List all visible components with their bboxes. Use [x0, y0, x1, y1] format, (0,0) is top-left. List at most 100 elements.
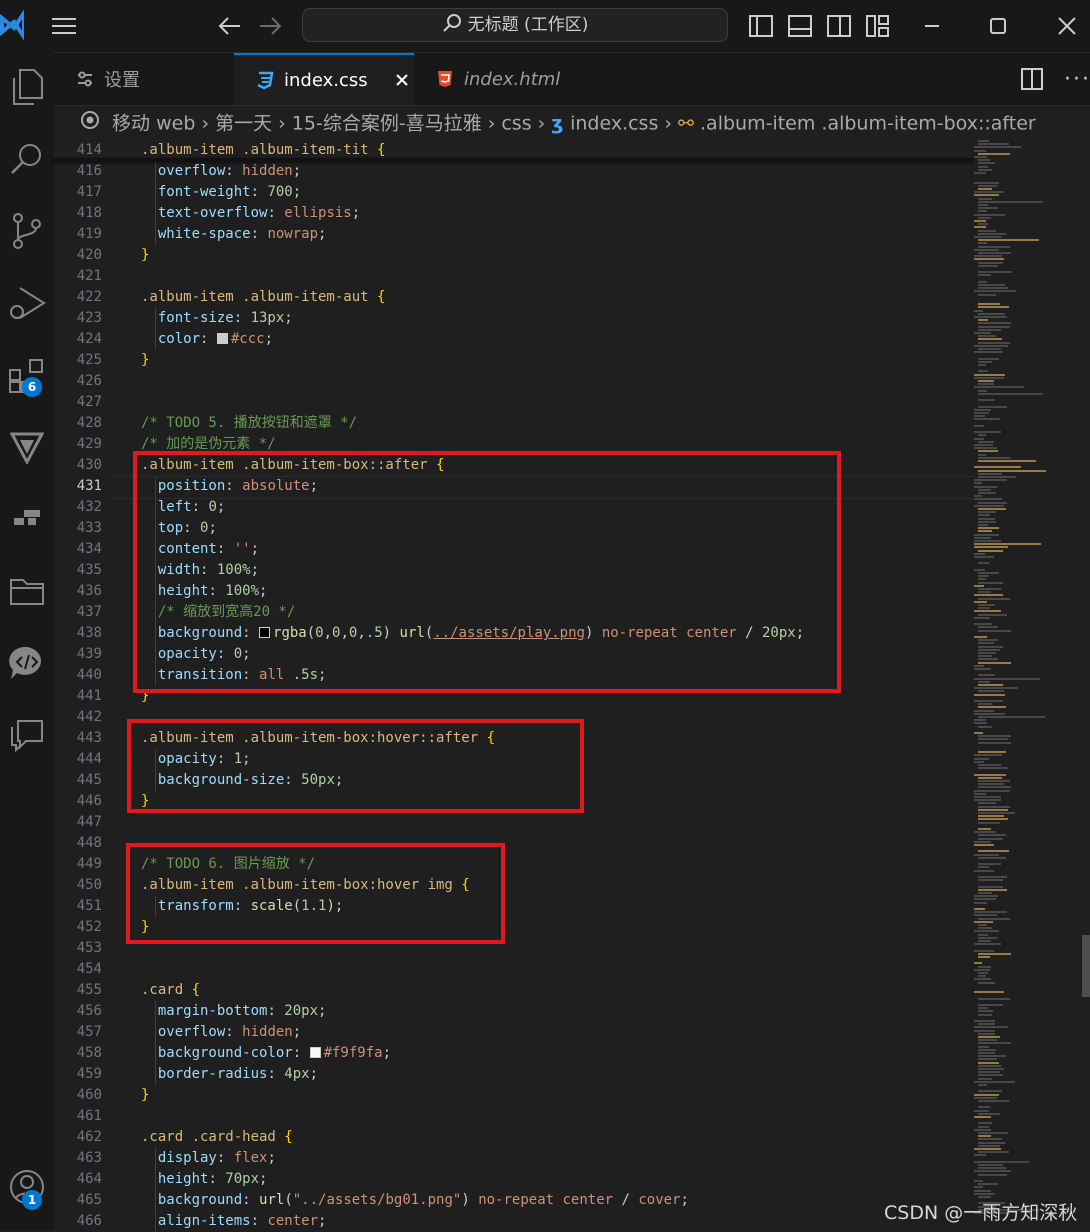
maximize-icon[interactable]: [984, 12, 1012, 40]
minimap-line: [978, 812, 1015, 814]
code-line[interactable]: 418 text-overflow: ellipsis;: [54, 203, 974, 224]
remote-explorer-icon[interactable]: [0, 420, 54, 474]
line-code: }: [141, 245, 149, 266]
minimap-line: [974, 921, 993, 923]
tab-index-css[interactable]: index.css: [234, 53, 414, 105]
minimap-line: [974, 969, 990, 971]
search-view-icon[interactable]: [0, 132, 54, 186]
code-line[interactable]: 426: [54, 371, 974, 392]
code-line[interactable]: 423 font-size: 13px;: [54, 308, 974, 329]
breadcrumb-item[interactable]: .album-item .album-item-box::after: [700, 113, 1036, 135]
minimize-icon[interactable]: [918, 12, 946, 40]
code-line[interactable]: 461: [54, 1106, 974, 1127]
vertical-scrollbar[interactable]: [1080, 140, 1090, 1230]
code-line[interactable]: 459 border-radius: 4px;: [54, 1064, 974, 1085]
code-line[interactable]: 455 .card {: [54, 980, 974, 1001]
explorer-icon[interactable]: [0, 60, 54, 114]
code-line[interactable]: 466 align-items: center;: [54, 1211, 974, 1232]
code-line[interactable]: 465 background: url("../assets/bg01.png"…: [54, 1190, 974, 1211]
code-line[interactable]: 414 .album-item .album-item-tit {: [54, 140, 974, 161]
minimap-line: [978, 140, 989, 142]
run-debug-icon[interactable]: [0, 276, 54, 330]
code-line[interactable]: 457 overflow: hidden;: [54, 1022, 974, 1043]
code-token: text-overflow: [157, 205, 268, 221]
code-line[interactable]: 460}: [54, 1085, 974, 1106]
vscode-logo-icon[interactable]: [0, 6, 26, 44]
minimap-line: [978, 783, 1004, 785]
code-token: font-size: [157, 310, 234, 326]
tab-index-html[interactable]: index.html: [414, 53, 594, 105]
code-token: hidden: [242, 163, 293, 179]
command-center-search[interactable]: 无标题 (工作区): [302, 8, 728, 42]
code-token: ): [461, 1192, 479, 1208]
code-line[interactable]: 416 overflow: hidden;: [54, 161, 974, 182]
color-swatch[interactable]: [216, 333, 228, 344]
minimap-line: [978, 185, 997, 187]
back-arrow-icon[interactable]: [216, 12, 244, 40]
breadcrumb-item[interactable]: 15-综合案例-喜马拉雅: [292, 113, 482, 135]
minimap-line: [978, 1183, 998, 1185]
toggle-primary-sidebar-icon[interactable]: [747, 12, 775, 40]
code-token: (: [284, 1192, 293, 1208]
line-code: background-color: #f9f9fa;: [141, 1043, 391, 1064]
breadcrumb-item[interactable]: index.css: [570, 113, 658, 135]
code-line[interactable]: 464 height: 70px;: [54, 1169, 974, 1190]
source-control-icon[interactable]: [0, 204, 54, 258]
minimap-line: [978, 233, 1006, 235]
extensions-icon[interactable]: 6: [0, 348, 54, 402]
testing-icon[interactable]: [0, 492, 54, 546]
close-window-icon[interactable]: [1053, 12, 1081, 40]
code-token: border-radius: [157, 1066, 268, 1082]
code-line[interactable]: 427: [54, 392, 974, 413]
scrollbar-thumb[interactable]: [1082, 935, 1090, 997]
code-line[interactable]: 422 .album-item .album-item-aut {: [54, 287, 974, 308]
minimap-line: [978, 738, 1008, 740]
code-line[interactable]: 463 display: flex;: [54, 1148, 974, 1169]
code-line[interactable]: 424 color: #ccc;: [54, 329, 974, 350]
code-line[interactable]: 447: [54, 812, 974, 833]
code-line[interactable]: 417 font-weight: 700;: [54, 182, 974, 203]
minimap-line: [978, 639, 998, 641]
more-actions-icon[interactable]: ···: [1064, 67, 1090, 92]
color-swatch[interactable]: [309, 1047, 321, 1058]
live-server-icon[interactable]: [0, 636, 54, 690]
line-number: 429: [76, 436, 102, 452]
minimap-line: [978, 857, 1006, 859]
close-tab-icon[interactable]: [394, 72, 410, 88]
split-editor-icon[interactable]: [1018, 65, 1046, 93]
code-line[interactable]: 454: [54, 959, 974, 980]
minimap-line: [978, 966, 991, 968]
minimap-line: [978, 383, 994, 385]
toggle-panel-icon[interactable]: [786, 12, 814, 40]
breadcrumb-item[interactable]: css: [501, 113, 531, 135]
code-line[interactable]: 456 margin-bottom: 20px;: [54, 1001, 974, 1022]
line-code: margin-bottom: 20px;: [141, 1001, 327, 1022]
code-line[interactable]: 425}: [54, 350, 974, 371]
code-line[interactable]: 421: [54, 266, 974, 287]
minimap-line: [974, 351, 1003, 353]
code-line[interactable]: 462 .card .card-head {: [54, 1127, 974, 1148]
customize-layout-icon[interactable]: [864, 12, 892, 40]
menu-icon[interactable]: [50, 12, 78, 40]
code-line[interactable]: 428 /* TODO 5. 播放按钮和遮罩 */: [54, 413, 974, 434]
code-line[interactable]: 420}: [54, 245, 974, 266]
code-line[interactable]: 419 white-space: nowrap;: [54, 224, 974, 245]
minimap[interactable]: [974, 140, 1078, 1230]
minimap-line: [978, 380, 994, 382]
folder-manager-icon[interactable]: [0, 564, 54, 618]
line-number: 464: [76, 1171, 102, 1187]
minimap-line: [978, 207, 998, 209]
line-number: 446: [76, 793, 102, 809]
minimap-line: [978, 866, 989, 868]
line-number: 454: [76, 961, 102, 977]
accounts-icon[interactable]: 1: [0, 1160, 54, 1214]
toggle-secondary-sidebar-icon[interactable]: [825, 12, 853, 40]
breadcrumb-item[interactable]: 移动 web: [112, 113, 195, 135]
code-line[interactable]: 458 background-color: #f9f9fa;: [54, 1043, 974, 1064]
minimap-line: [974, 678, 1040, 680]
breadcrumb-item[interactable]: 第一天: [215, 113, 272, 135]
minimap-line: [978, 802, 996, 804]
tab-settings[interactable]: 设置: [54, 53, 234, 105]
forward-arrow-icon[interactable]: [256, 12, 284, 40]
chat-comments-icon[interactable]: [0, 708, 54, 762]
